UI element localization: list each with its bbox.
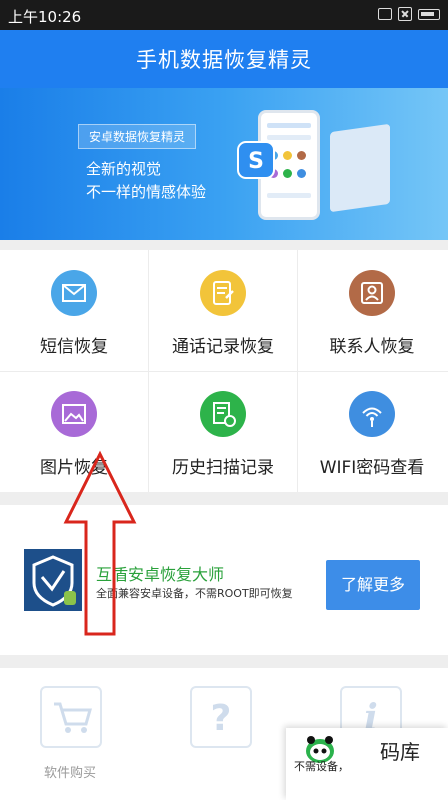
banner-headline: 全新的视觉	[86, 160, 162, 178]
banner-tag: 安卓数据恢复精灵	[78, 124, 197, 149]
status-bar: 上午10:26	[0, 0, 448, 30]
learn-more-button[interactable]: 了解更多	[326, 560, 420, 610]
no-sim-icon	[398, 7, 412, 21]
screen-icon	[378, 8, 392, 20]
picture-icon	[51, 391, 97, 437]
feature-contacts-recovery[interactable]: 联系人恢复	[298, 252, 446, 372]
app-header: 手机数据恢复精灵	[0, 30, 448, 88]
banner-subline: 不一样的情感体验	[86, 183, 207, 201]
feature-label: 历史扫描记录	[172, 458, 274, 478]
shopping-cart-icon[interactable]	[40, 686, 102, 748]
feature-wifi-password[interactable]: WIFI密码查看	[298, 373, 446, 493]
feature-label: WIFI密码查看	[319, 458, 425, 478]
banner-screenshot-back	[330, 123, 390, 213]
bottom-nav-label: 软件购买	[44, 766, 97, 781]
scan-history-icon	[200, 391, 246, 437]
battery-icon	[418, 8, 440, 20]
feature-scan-history[interactable]: 历史扫描记录	[149, 373, 297, 493]
call-log-icon	[200, 270, 246, 316]
contact-card-icon	[349, 270, 395, 316]
app-logo-icon: S	[237, 141, 275, 179]
question-icon[interactable]: ?	[190, 686, 252, 748]
feature-label: 短信恢复	[40, 337, 108, 357]
svg-text:?: ?	[211, 698, 232, 739]
status-time: 上午10:26	[8, 8, 82, 26]
svg-text:S: S	[248, 149, 264, 174]
envelope-icon	[51, 270, 97, 316]
app-title: 手机数据恢复精灵	[136, 48, 312, 72]
watermark-caption: 不需设备，	[294, 760, 349, 773]
watermark-overlay: 码库 不需设备，	[286, 728, 448, 800]
wifi-key-icon	[349, 391, 395, 437]
status-icons	[378, 7, 440, 21]
watermark-text: 码库	[380, 740, 420, 764]
feature-label: 通话记录恢复	[172, 337, 274, 357]
red-annotation-arrow	[63, 450, 137, 636]
promo-banner[interactable]: 安卓数据恢复精灵 全新的视觉 不一样的情感体验 S	[0, 88, 448, 240]
feature-call-log-recovery[interactable]: 通话记录恢复	[149, 252, 297, 372]
feature-sms-recovery[interactable]: 短信恢复	[0, 252, 148, 372]
feature-label: 联系人恢复	[329, 337, 415, 357]
